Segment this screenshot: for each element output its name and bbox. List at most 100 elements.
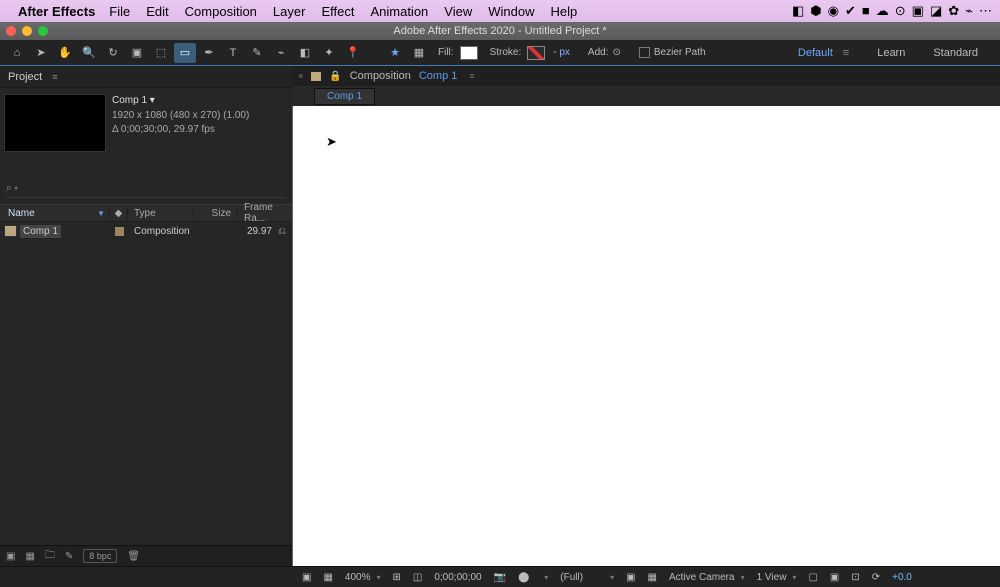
pan-behind-tool[interactable]: ▣ [126,43,148,63]
menu-view[interactable]: View [444,4,472,19]
status-icon[interactable]: ▦ [323,572,332,583]
menu-edit[interactable]: Edit [146,4,168,19]
current-time[interactable]: 0;00;00;00 [434,572,481,583]
composition-canvas[interactable]: ➤ [292,106,1000,566]
new-folder-icon[interactable]: 🗀 [45,548,55,565]
comp-name-dropdown-icon[interactable]: ▾ [150,95,155,106]
project-bpc[interactable]: 8 bpc [83,549,117,563]
hand-tool[interactable]: ✋ [54,43,76,63]
project-item[interactable]: Comp 1 Composition 29.97⎌ [0,222,292,240]
view-layout[interactable]: 1 View▾ [757,572,797,583]
fill-swatch[interactable] [460,46,478,60]
minimize-button[interactable] [22,26,32,36]
pen-tool[interactable]: ✒ [198,43,220,63]
menu-window[interactable]: Window [488,4,534,19]
status-icon[interactable]: ⟳ [872,572,880,583]
bezier-checkbox[interactable] [639,47,650,58]
eraser-tool[interactable]: ◧ [294,43,316,63]
comp-thumbnail[interactable] [4,94,106,152]
workspace-menu-icon[interactable]: ≡ [843,47,849,59]
tray-icon[interactable]: ◉ [828,3,839,19]
adjust-icon[interactable]: ✎ [65,551,73,562]
brush-tool[interactable]: ✎ [246,43,268,63]
stroke-width[interactable]: - px [553,47,570,58]
tray-icon[interactable]: ■ [862,3,870,19]
tray-icon[interactable]: ⊙ [895,3,906,19]
tab-prefix: Composition [350,70,411,82]
status-icon[interactable]: ⊞ [393,572,401,583]
channel-dd[interactable]: ▾ [541,573,548,582]
status-icon[interactable]: ◫ [413,572,422,583]
menu-animation[interactable]: Animation [370,4,428,19]
puppet-tool[interactable]: 📍 [342,43,364,63]
active-camera[interactable]: Active Camera▾ [669,572,745,583]
menu-layer[interactable]: Layer [273,4,306,19]
tab-close-icon[interactable]: × [298,71,303,81]
search-dropdown-icon[interactable]: ▾ [14,184,18,193]
zoom-tool[interactable]: 🔍 [78,43,100,63]
clone-tool[interactable]: ⌁ [270,43,292,63]
tray-icon[interactable]: ▣ [912,3,924,19]
tray-icon[interactable]: ✿ [948,3,959,19]
menu-effect[interactable]: Effect [321,4,354,19]
comp-duration: Δ 0;00;30;00, 29.97 fps [112,123,249,138]
breadcrumb-item[interactable]: Comp 1 [314,88,375,105]
channel-icon[interactable]: ⬤ [518,572,529,583]
menu-composition[interactable]: Composition [185,4,257,19]
tab-lock-icon[interactable]: 🔒 [329,71,341,82]
snapshot-icon[interactable]: 📷 [494,572,506,583]
grid-icon[interactable]: ▦ [648,572,657,583]
panel-menu-icon[interactable]: ≡ [52,72,58,82]
status-icon[interactable]: ▣ [302,572,311,583]
roto-tool[interactable]: ✦ [318,43,340,63]
exposure[interactable]: +0.0 [892,572,912,583]
zoom-level[interactable]: 400%▾ [345,572,381,583]
rectangle-tool[interactable]: ▭ [174,43,196,63]
col-name[interactable]: Name▼ [0,208,110,219]
resolution[interactable]: (Full)▾ [560,572,614,583]
home-tool[interactable]: ⌂ [6,43,28,63]
status-icon[interactable]: ⊡ [851,572,859,583]
workspace-default[interactable]: Default [798,47,833,59]
col-type[interactable]: Type [128,208,194,219]
roi-icon[interactable]: ▣ [626,572,635,583]
tray-icon[interactable]: ☁ [876,3,889,19]
zoom-button[interactable] [38,26,48,36]
selection-tool[interactable]: ➤ [30,43,52,63]
flowchart-icon[interactable]: ⎌ [278,226,286,237]
tray-icon[interactable]: ⌁ [965,3,973,19]
workspace-learn[interactable]: Learn [877,47,905,59]
status-icon[interactable]: ▢ [808,572,817,583]
tray-icon[interactable]: ◪ [930,3,942,19]
stroke-swatch[interactable] [527,46,545,60]
tray-icon[interactable]: ⬢ [810,3,821,19]
shape-star-icon[interactable]: ★ [384,43,406,63]
project-panel-header[interactable]: Project ≡ [0,66,292,88]
workspace-switcher: Default ≡ Learn Standard [798,47,994,59]
orbit-tool[interactable]: ↻ [102,43,124,63]
status-icon[interactable]: ▣ [830,572,839,583]
tray-icon[interactable]: ✔ [845,3,856,19]
snap-icon[interactable]: ▦ [408,43,430,63]
fill-label: Fill: [438,47,454,58]
trash-icon[interactable]: 🗑 [127,551,140,562]
mask-tool[interactable]: ⬚ [150,43,172,63]
workspace-standard[interactable]: Standard [933,47,978,59]
col-framerate[interactable]: Frame Ra... [238,202,292,224]
tab-menu-icon[interactable]: ≡ [469,71,474,81]
tab-comp-name[interactable]: Comp 1 [419,70,458,82]
interpret-icon[interactable]: ▣ [6,551,15,562]
type-tool[interactable]: T [222,43,244,63]
menu-help[interactable]: Help [550,4,577,19]
tray-icon[interactable]: ◧ [792,3,804,19]
col-size[interactable]: Size [194,208,238,219]
project-search[interactable]: ⌕ ▾ [6,180,286,198]
label-color-icon[interactable] [115,227,124,236]
app-name[interactable]: After Effects [18,4,95,19]
col-label[interactable]: ◆ [110,208,128,219]
new-comp-icon[interactable]: ▦ [25,551,34,562]
add-dropdown-icon[interactable]: ⊙ [613,47,621,58]
tray-icon[interactable]: ⋯ [979,3,992,19]
close-button[interactable] [6,26,16,36]
menu-file[interactable]: File [109,4,130,19]
